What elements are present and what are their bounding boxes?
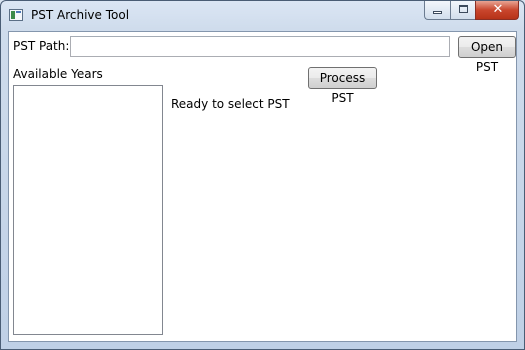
available-years-list[interactable] [13,85,163,335]
maximize-button[interactable] [450,1,475,20]
pst-path-input[interactable] [70,36,450,57]
pst-path-label: PST Path: [13,39,70,53]
caption-buttons: ✕ [424,1,519,20]
window-title: PST Archive Tool [31,8,130,22]
app-window: PST Archive Tool ✕ PST Path: Open PST Av… [0,0,525,350]
open-pst-button[interactable]: Open PST [458,36,516,74]
minimize-button[interactable] [424,1,450,20]
app-icon [9,9,23,21]
close-icon: ✕ [492,2,504,17]
client-area: PST Path: Open PST Available Years Proce… [8,31,517,342]
close-button[interactable]: ✕ [475,1,519,20]
process-pst-button[interactable]: Process PST [308,67,377,105]
available-years-label: Available Years [13,67,103,81]
status-text: Ready to select PST [171,97,290,111]
title-bar[interactable]: PST Archive Tool ✕ [1,1,524,29]
